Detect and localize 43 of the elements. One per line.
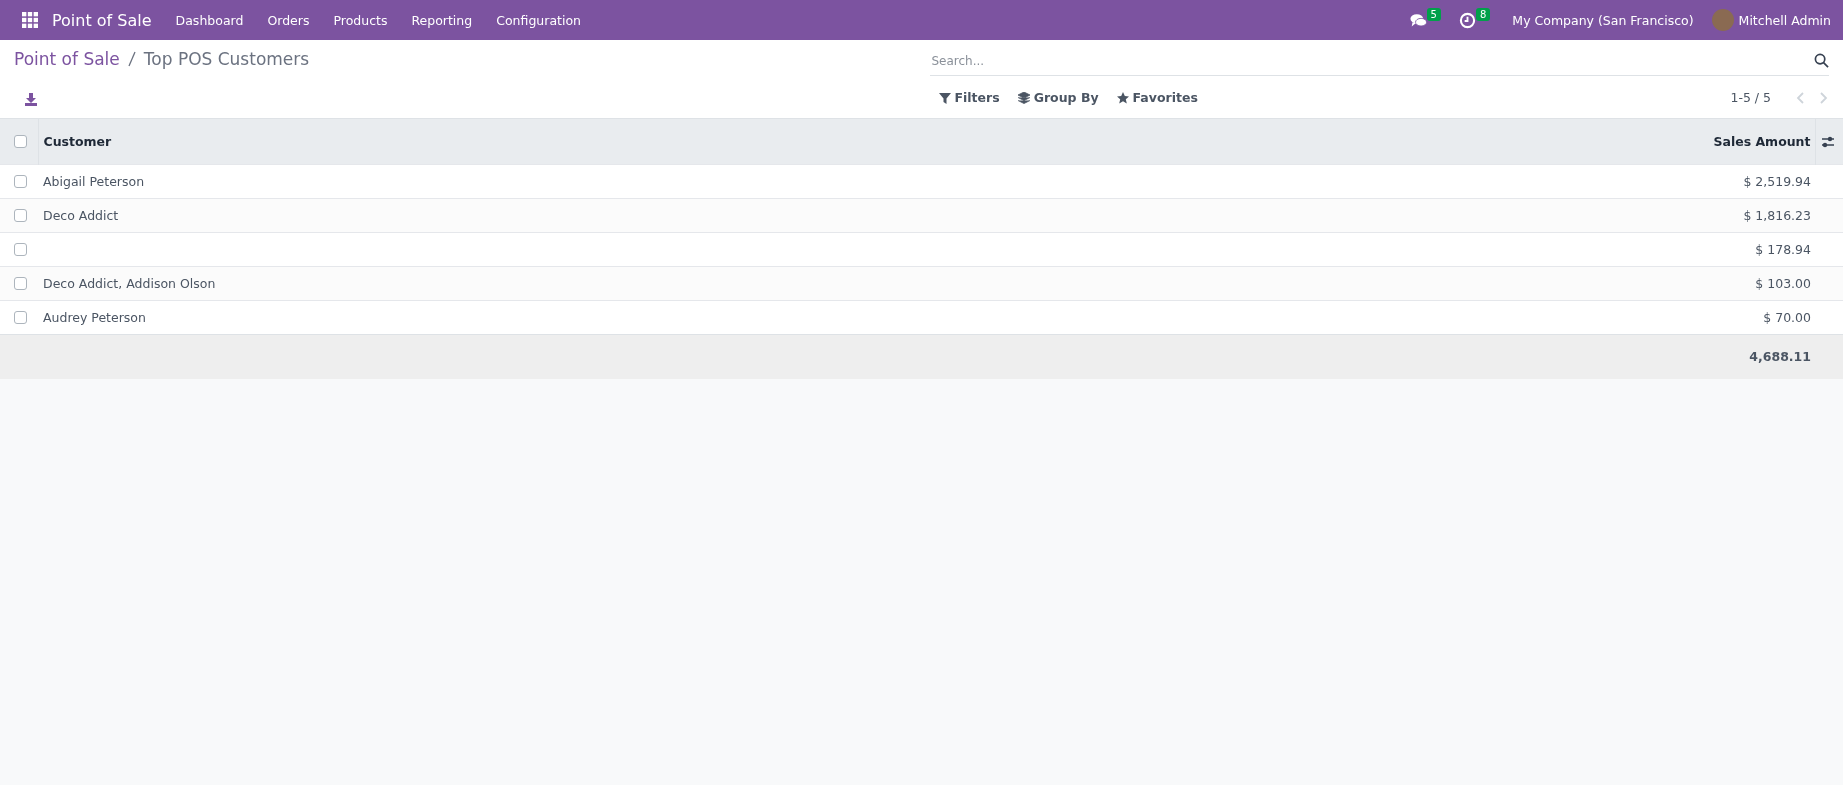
activity-count-badge: 8 (1476, 7, 1491, 21)
total-value: 4,688.11 (1108, 334, 1815, 379)
star-icon (1116, 91, 1129, 104)
column-header[interactable]: Customer (38, 118, 1108, 165)
company-switcher[interactable]: My Company (San Francisco) (1512, 12, 1694, 28)
table-cell: Deco Addict (38, 198, 1108, 233)
previous-page-icon[interactable] (1795, 91, 1807, 104)
layers-icon (1017, 91, 1030, 104)
pager-value: 1-5 / 5 (1730, 90, 1771, 105)
filter-menu-button[interactable]: Favorites (1107, 86, 1207, 109)
download-icon[interactable] (24, 92, 38, 106)
checkbox[interactable] (14, 277, 27, 290)
column-header[interactable]: Sales Amount (1108, 118, 1815, 165)
menu-item[interactable]: Products (321, 12, 400, 28)
filter-menu-button[interactable]: Filters (929, 86, 1009, 109)
app-name[interactable]: Point of Sale (52, 10, 152, 30)
message-count-badge: 5 (1426, 7, 1441, 21)
next-page-icon[interactable] (1817, 91, 1829, 104)
clock-icon[interactable] (1459, 11, 1476, 29)
menu-item[interactable]: Reporting (399, 12, 485, 28)
checkbox[interactable] (14, 135, 27, 148)
chat-icon[interactable] (1409, 11, 1427, 29)
checkbox[interactable] (14, 311, 27, 324)
page-title: Top POS Customers (143, 49, 310, 69)
search-icon[interactable] (1814, 53, 1829, 68)
user-menu[interactable]: Mitchell Admin (1738, 12, 1831, 28)
user-avatar[interactable] (1711, 9, 1734, 31)
filter-icon (938, 91, 951, 104)
filter-menu-button[interactable]: Group By (1008, 86, 1108, 109)
checkbox[interactable] (14, 209, 27, 222)
checkbox[interactable] (14, 175, 27, 188)
menu-item[interactable]: Orders (255, 12, 322, 28)
slash-icon (127, 51, 136, 67)
table-cell: $ 1,816.23 (1108, 198, 1815, 233)
column-options-icon[interactable] (1820, 134, 1835, 149)
apps-menu-icon[interactable] (22, 12, 38, 28)
table-cell: $ 103.00 (1108, 266, 1815, 301)
menu-item[interactable]: Configuration (484, 12, 593, 28)
checkbox[interactable] (14, 243, 27, 256)
menu-item[interactable]: Dashboard (163, 12, 256, 28)
search-field[interactable]: Search... (929, 46, 1814, 75)
breadcrumb-link[interactable]: Point of Sale (14, 49, 120, 69)
table-cell: Deco Addict, Addison Olson (38, 266, 1108, 301)
